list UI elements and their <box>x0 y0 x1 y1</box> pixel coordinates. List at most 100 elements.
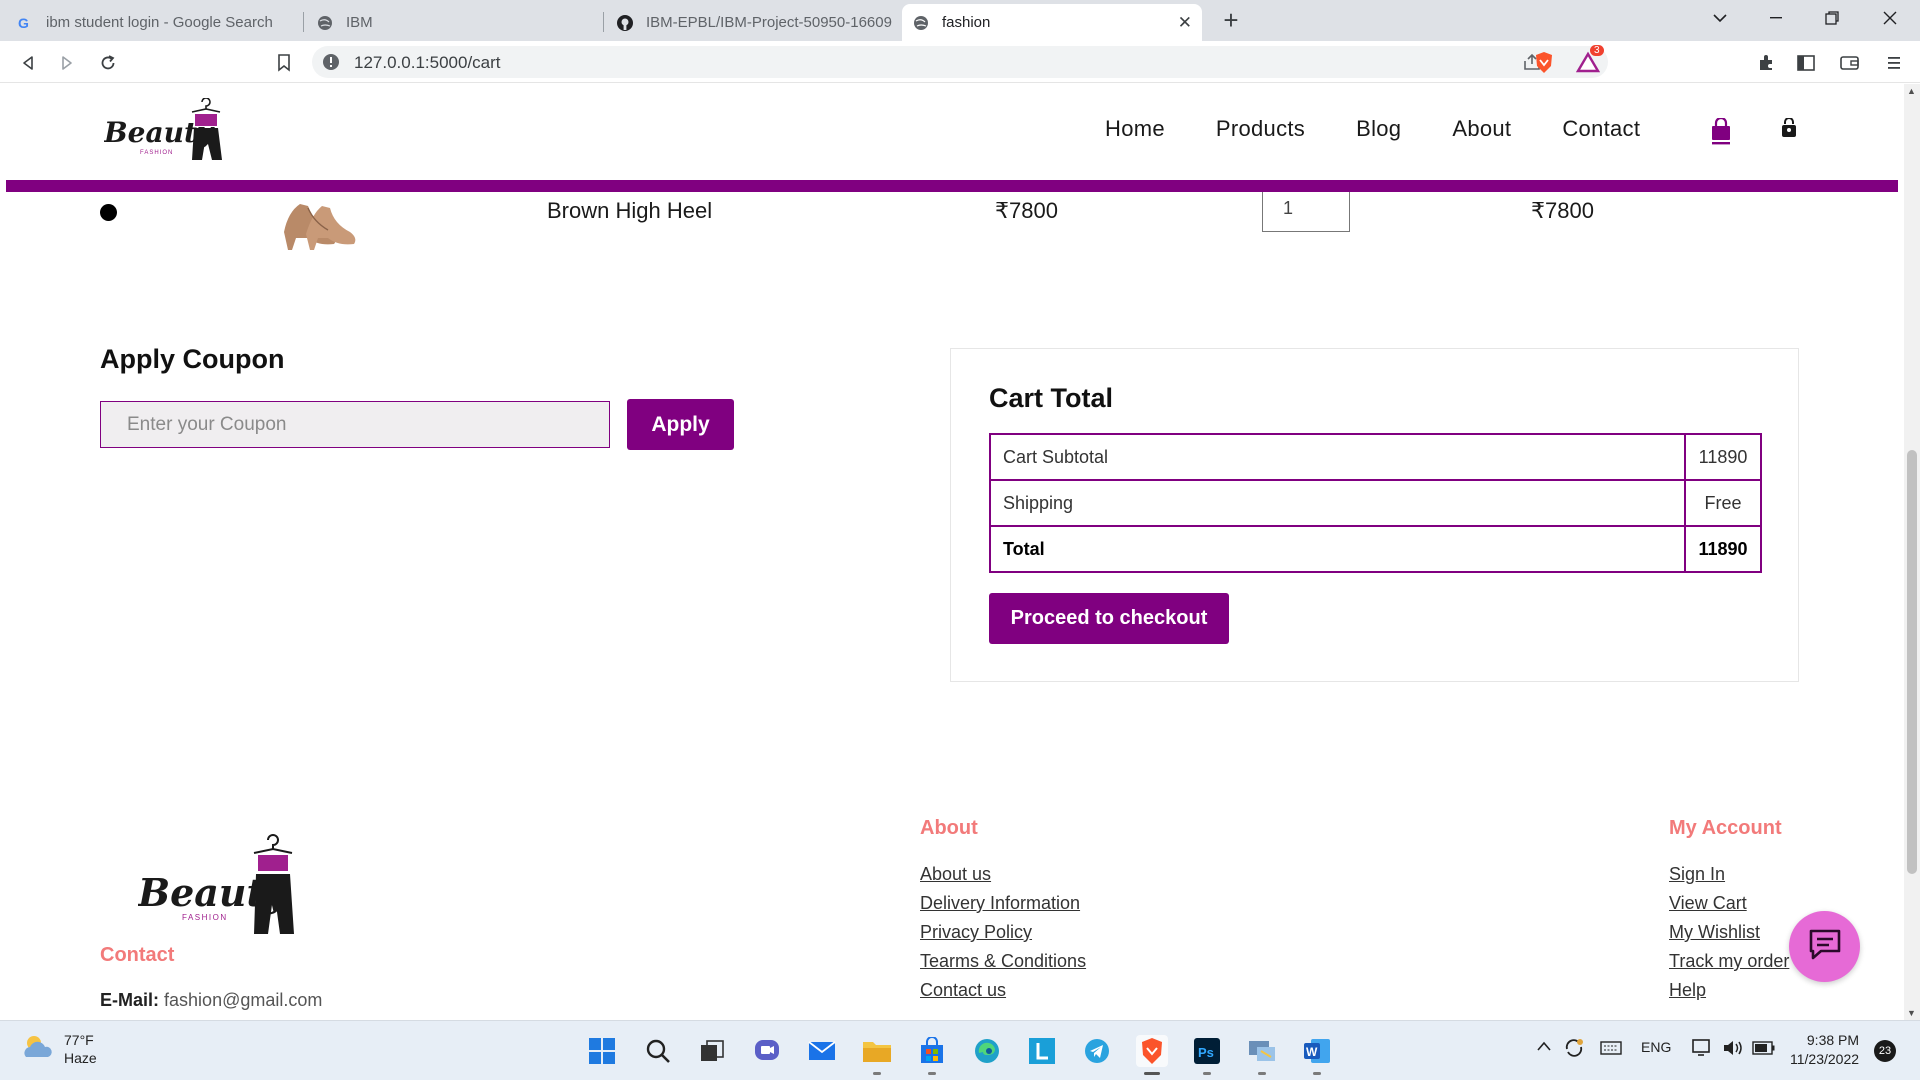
tab-ibm[interactable]: IBM <box>306 4 602 41</box>
nav-about[interactable]: About <box>1452 116 1511 142</box>
svg-text:G: G <box>18 15 29 31</box>
volume-icon[interactable] <box>1722 1039 1744 1060</box>
edge-icon[interactable] <box>971 1035 1003 1067</box>
user-icon[interactable] <box>1780 117 1798 143</box>
nav-products[interactable]: Products <box>1216 116 1305 142</box>
footer-link-help[interactable]: Help <box>1669 976 1799 1005</box>
microsoft-store-icon[interactable] <box>916 1035 948 1075</box>
back-button[interactable] <box>14 49 42 77</box>
product-name: Brown High Heel <box>547 198 713 223</box>
browser-toolbar: 127.0.0.1:5000/cart 3 <box>0 41 1920 83</box>
system-clock[interactable]: 9:38 PM 11/23/2022 <box>1790 1031 1859 1069</box>
notification-badge[interactable]: 23 <box>1874 1040 1896 1062</box>
footer-link-privacy[interactable]: Privacy Policy <box>920 918 1086 947</box>
minimize-button[interactable] <box>1748 0 1804 36</box>
total-row: Total 11890 <box>989 525 1762 573</box>
file-explorer-icon[interactable] <box>861 1035 893 1075</box>
coupon-heading: Apply Coupon <box>100 344 285 374</box>
tab-fashion[interactable]: fashion ✕ <box>902 4 1202 41</box>
nav-home[interactable]: Home <box>1105 116 1165 142</box>
main-nav: Home Products Blog About Contact <box>1105 116 1691 142</box>
footer-link-sign-in[interactable]: Sign In <box>1669 860 1799 889</box>
forward-button[interactable] <box>53 49 81 77</box>
sync-icon[interactable] <box>1563 1037 1585 1062</box>
sidebar-icon[interactable] <box>1792 49 1820 77</box>
word-icon[interactable]: W <box>1301 1035 1333 1075</box>
clock-time: 9:38 PM <box>1806 1032 1860 1048</box>
tab-github[interactable]: IBM-EPBL/IBM-Project-50950-166093 <box>606 4 902 41</box>
close-window-button[interactable] <box>1862 0 1918 36</box>
subtotal-row: Cart Subtotal 11890 <box>989 433 1762 481</box>
cart-total-panel: Cart Total Cart Subtotal 11890 Shipping … <box>950 348 1799 682</box>
footer-link-about-us[interactable]: About us <box>920 860 1086 889</box>
footer-email: E-Mail: fashion@gmail.com <box>100 990 322 1011</box>
web-page: Beauty FASHION Home Products Blog About … <box>0 84 1904 1020</box>
coupon-input[interactable]: Enter your Coupon <box>100 401 610 448</box>
chevron-up-icon[interactable] <box>1536 1039 1552 1055</box>
tab-google-search[interactable]: G ibm student login - Google Search <box>6 4 302 41</box>
remove-item-bullet[interactable] <box>100 204 117 221</box>
shopping-bag-icon[interactable] <box>1710 116 1732 151</box>
extensions-icon[interactable] <box>1752 49 1780 77</box>
footer-logo[interactable]: Beauty FASHION <box>137 834 298 943</box>
row-label: Shipping <box>989 479 1686 527</box>
site-logo[interactable]: Beauty FASHION <box>103 97 224 169</box>
close-tab-icon[interactable]: ✕ <box>1178 13 1192 33</box>
battery-icon[interactable] <box>1752 1041 1776 1058</box>
new-tab-button[interactable]: + <box>1216 6 1246 36</box>
cart-total-heading: Cart Total <box>989 383 1114 413</box>
apply-coupon-button[interactable]: Apply <box>627 399 734 450</box>
menu-icon[interactable] <box>1880 49 1908 77</box>
wallet-icon[interactable] <box>1836 49 1864 77</box>
footer-account-heading: My Account <box>1669 817 1782 839</box>
row-label: Total <box>989 525 1686 573</box>
svg-text:FASHION: FASHION <box>140 150 173 156</box>
weather-widget[interactable]: 77°F Haze <box>20 1031 97 1067</box>
footer-link-wishlist[interactable]: My Wishlist <box>1669 918 1799 947</box>
tab-search-chevron-icon[interactable] <box>1692 0 1748 36</box>
svg-text:Ps: Ps <box>1198 1045 1214 1060</box>
language-indicator[interactable]: ENG <box>1641 1039 1671 1055</box>
proceed-to-checkout-button[interactable]: Proceed to checkout <box>989 593 1229 644</box>
footer-link-delivery[interactable]: Delivery Information <box>920 889 1086 918</box>
network-icon[interactable] <box>1692 1038 1714 1061</box>
address-bar[interactable]: 127.0.0.1:5000/cart <box>312 46 1608 78</box>
telegram-icon[interactable] <box>1081 1035 1113 1067</box>
footer-link-contact-us[interactable]: Contact us <box>920 976 1086 1005</box>
chat-icon <box>1807 927 1843 966</box>
keyboard-icon[interactable] <box>1600 1041 1622 1058</box>
scrollbar-thumb[interactable] <box>1907 450 1917 874</box>
footer-link-terms[interactable]: Tearms & Conditions <box>920 947 1086 976</box>
start-button[interactable] <box>586 1035 618 1067</box>
footer-link-view-cart[interactable]: View Cart <box>1669 889 1799 918</box>
cart-item-row: Brown High Heel ₹7800 1 ₹7800 <box>0 184 1904 282</box>
footer-link-track-order[interactable]: Track my order <box>1669 947 1799 976</box>
brave-shields-icon[interactable] <box>1530 49 1558 77</box>
brave-browser-icon[interactable] <box>1136 1035 1168 1075</box>
shipping-row: Shipping Free <box>989 479 1762 527</box>
nav-contact[interactable]: Contact <box>1562 116 1640 142</box>
clock-date: 11/23/2022 <box>1790 1051 1860 1067</box>
rewards-badge: 3 <box>1590 45 1604 56</box>
teams-chat-icon[interactable] <box>751 1035 783 1067</box>
site-info-icon[interactable] <box>322 53 340 71</box>
svg-text:W: W <box>1306 1045 1318 1059</box>
product-price: ₹7800 <box>995 198 1058 223</box>
l-app-icon[interactable] <box>1026 1035 1058 1067</box>
network-app-icon[interactable] <box>1246 1035 1278 1075</box>
page-scrollbar[interactable]: ▲ ▼ <box>1904 84 1920 1020</box>
restore-button[interactable] <box>1804 0 1860 36</box>
header-accent-bar <box>6 180 1898 192</box>
task-view-icon[interactable] <box>696 1035 728 1067</box>
row-label: Cart Subtotal <box>989 433 1686 481</box>
search-icon[interactable] <box>642 1035 674 1067</box>
mail-icon[interactable] <box>806 1035 838 1067</box>
reload-button[interactable] <box>94 49 122 77</box>
chat-button[interactable] <box>1789 911 1860 982</box>
nav-blog[interactable]: Blog <box>1356 116 1401 142</box>
bookmark-icon[interactable] <box>270 49 298 77</box>
tab-label: IBM-EPBL/IBM-Project-50950-166093 <box>646 14 892 31</box>
footer-contact-heading: Contact <box>100 944 175 966</box>
brave-rewards-icon[interactable]: 3 <box>1574 45 1604 77</box>
photoshop-icon[interactable]: Ps <box>1191 1035 1223 1075</box>
